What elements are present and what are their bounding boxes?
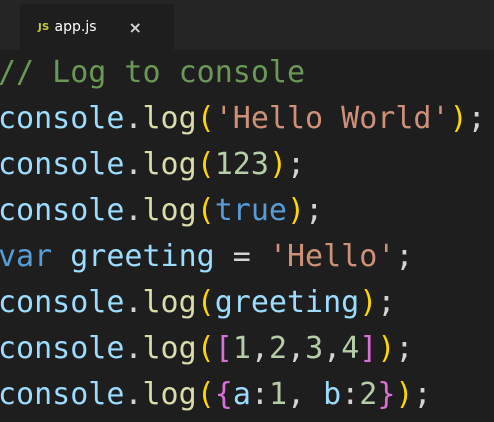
code-token: log <box>142 193 197 228</box>
code-token: 1 <box>268 377 287 412</box>
code-token: = <box>214 239 269 274</box>
code-token: . <box>124 377 143 412</box>
code-token: : <box>250 377 269 412</box>
code-token: , <box>250 331 269 366</box>
code-token: { <box>214 377 233 412</box>
close-icon[interactable]: × <box>129 18 142 37</box>
code-token: console <box>0 377 125 412</box>
tab-label: app.js <box>54 19 97 35</box>
code-token: console <box>0 331 125 366</box>
code-line-6: console.log(greeting); <box>0 280 395 326</box>
code-token: . <box>124 193 143 228</box>
code-token: ( <box>196 193 215 228</box>
code-line-8: console.log({a:1, b:2}); <box>0 372 432 418</box>
code-line-1: // Log to console <box>0 50 305 96</box>
code-token: ( <box>196 331 215 366</box>
code-token: a <box>232 377 251 412</box>
code-editor[interactable]: // Log to console console.log('Hello Wor… <box>0 50 494 422</box>
code-line-7: console.log([1,2,3,4]); <box>0 326 413 372</box>
code-token: ) <box>449 101 468 136</box>
code-token: ; <box>305 193 324 228</box>
code-token: true <box>214 193 287 228</box>
tab-bar: JS app.js × <box>0 0 494 50</box>
code-token: ; <box>413 377 432 412</box>
code-token: ; <box>377 285 396 320</box>
code-token: ) <box>395 377 414 412</box>
code-token: greeting <box>70 239 215 274</box>
code-token: log <box>142 285 197 320</box>
code-token: ( <box>196 377 215 412</box>
code-token: console <box>0 193 125 228</box>
code-line-3: console.log(123); <box>0 142 305 188</box>
code-line-2: console.log('Hello World'); <box>0 96 486 142</box>
code-token: log <box>142 101 197 136</box>
code-line-4: console.log(true); <box>0 188 323 234</box>
code-token: . <box>124 331 143 366</box>
code-token: : <box>341 377 360 412</box>
code-token: console <box>0 285 125 320</box>
code-token: 'Hello' <box>268 239 396 274</box>
code-token: ) <box>377 331 396 366</box>
code-token: ( <box>196 147 215 182</box>
code-token: log <box>142 147 197 182</box>
code-line-5: var greeting = 'Hello'; <box>0 234 413 280</box>
code-token: } <box>377 377 396 412</box>
code-token: , <box>323 331 342 366</box>
code-token: 2 <box>268 331 287 366</box>
code-token: ] <box>359 331 378 366</box>
code-token: var <box>0 239 53 274</box>
code-token: ( <box>196 285 215 320</box>
code-token: ) <box>268 147 287 182</box>
code-token: ( <box>196 101 215 136</box>
code-token: log <box>142 377 197 412</box>
code-token: log <box>142 331 197 366</box>
code-token: console <box>0 147 125 182</box>
code-token: greeting <box>214 285 360 320</box>
code-token: . <box>124 101 143 136</box>
code-token: ; <box>287 147 306 182</box>
code-token: ; <box>395 331 414 366</box>
code-token: . <box>124 147 143 182</box>
code-token: [ <box>214 331 233 366</box>
code-token: ) <box>287 193 306 228</box>
code-token: . <box>124 285 143 320</box>
code-token: // Log to console <box>0 55 306 90</box>
code-token: , <box>287 377 324 412</box>
code-token: ) <box>359 285 378 320</box>
javascript-file-icon: JS <box>38 21 50 33</box>
code-token: , <box>287 331 306 366</box>
editor-window: JS app.js × // Log to console console.lo… <box>0 0 494 422</box>
code-token: b <box>323 377 342 412</box>
code-token: ; <box>395 239 414 274</box>
code-token: 3 <box>305 331 324 366</box>
code-token: 123 <box>214 147 269 182</box>
code-token: ; <box>467 101 486 136</box>
code-token: 2 <box>359 377 378 412</box>
tab-app-js[interactable]: JS app.js × <box>20 4 174 50</box>
code-token: console <box>0 101 125 136</box>
code-token: 4 <box>341 331 360 366</box>
code-token: 1 <box>232 331 251 366</box>
code-token: 'Hello World' <box>214 101 450 136</box>
